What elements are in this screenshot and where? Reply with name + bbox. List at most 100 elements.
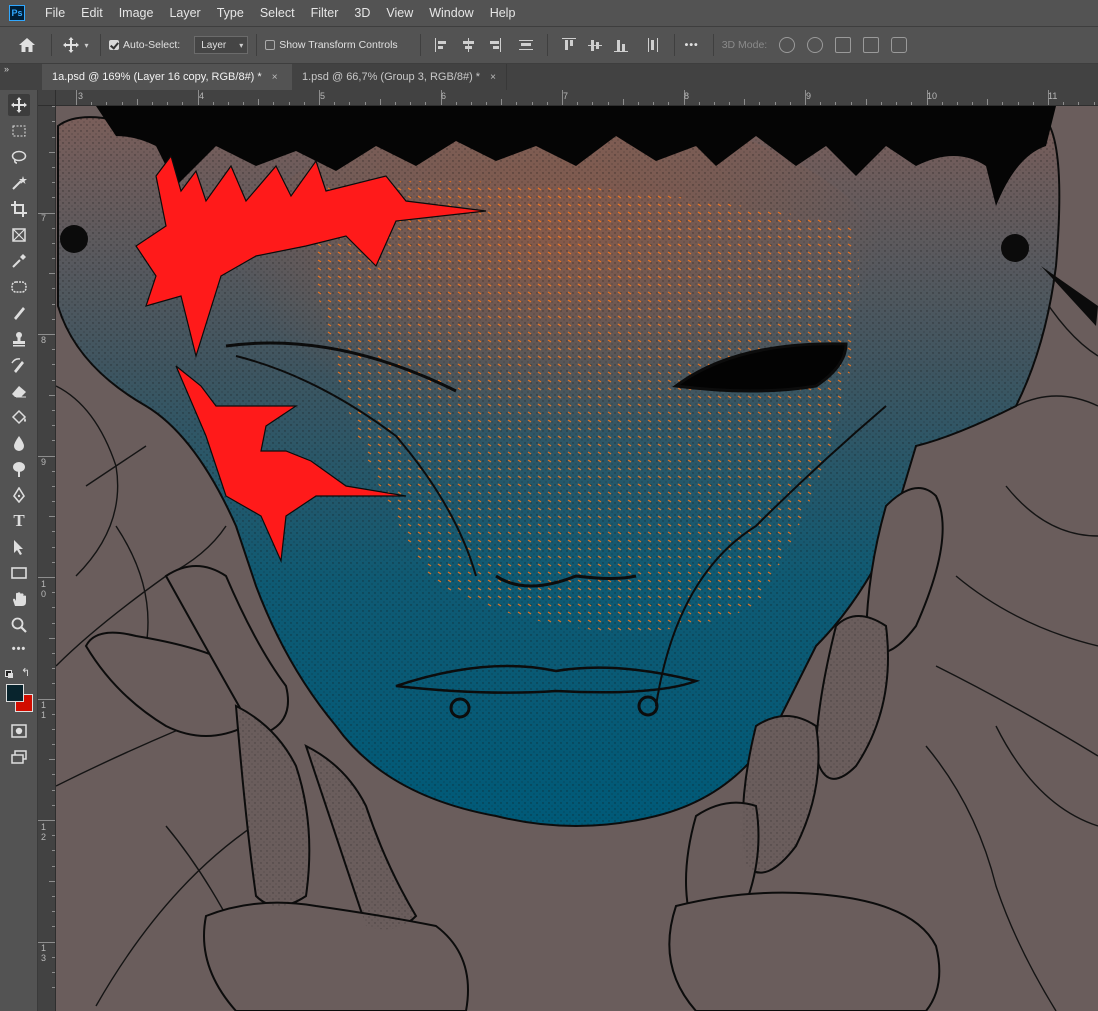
align-vertical-centers-icon[interactable] (587, 38, 602, 52)
type-tool-icon[interactable]: T (8, 510, 30, 532)
clone-stamp-tool-icon[interactable] (8, 328, 30, 350)
lasso-tool-icon[interactable] (8, 146, 30, 168)
spot-healing-tool-icon[interactable] (8, 276, 30, 298)
menu-help[interactable]: Help (490, 6, 516, 20)
menu-edit[interactable]: Edit (81, 6, 103, 20)
ruler-label: 3 (78, 91, 84, 101)
swap-colors-icon[interactable]: ↰ (21, 666, 30, 679)
align-top-edges-icon[interactable] (561, 38, 576, 52)
ruler-label: 5 (320, 91, 326, 101)
ruler-label: 1 3 (41, 943, 47, 963)
rectangle-tool-icon[interactable] (8, 562, 30, 584)
align-bottom-edges-icon[interactable] (613, 38, 628, 52)
zoom-3d-camera-icon[interactable] (891, 37, 908, 53)
ruler-label: 8 (41, 335, 47, 345)
pen-tool-icon[interactable] (8, 484, 30, 506)
magic-wand-tool-icon[interactable] (8, 172, 30, 194)
path-selection-tool-icon[interactable] (8, 536, 30, 558)
tab-title: 1.psd @ 66,7% (Group 3, RGB/8#) * (302, 71, 481, 83)
show-transform-controls-checkbox[interactable] (265, 40, 276, 50)
auto-select-checkbox[interactable] (109, 40, 119, 50)
separator (51, 34, 52, 56)
distribute-vertical-icon[interactable] (518, 38, 533, 52)
hand-tool-icon[interactable] (8, 588, 30, 610)
align-right-edges-icon[interactable] (487, 38, 501, 52)
align-left-edges-icon[interactable] (434, 38, 449, 52)
menu-file[interactable]: File (45, 6, 65, 20)
close-icon[interactable]: × (490, 72, 496, 83)
ruler-label: 1 0 (41, 579, 47, 599)
roll-3d-camera-icon[interactable] (807, 37, 824, 53)
frame-tool-icon[interactable] (8, 224, 30, 246)
menu-type[interactable]: Type (217, 6, 244, 20)
move-tool-preset-icon[interactable]: ▾ (60, 37, 92, 53)
foreground-color-swatch[interactable] (6, 684, 24, 702)
edit-toolbar-icon[interactable]: ••• (8, 638, 30, 660)
close-icon[interactable]: × (272, 72, 278, 83)
auto-select-target-value: Layer (201, 39, 227, 51)
move-tool-icon[interactable] (8, 94, 30, 116)
slide-3d-camera-icon[interactable] (863, 37, 880, 53)
artwork-illustration (56, 106, 1098, 1011)
ruler-origin[interactable] (38, 90, 56, 106)
menu-layer[interactable]: Layer (169, 6, 200, 20)
separator (100, 34, 101, 56)
paint-bucket-tool-icon[interactable] (8, 406, 30, 428)
separator (673, 34, 675, 56)
document-canvas[interactable] (56, 106, 1098, 1011)
right-earring (1001, 234, 1029, 262)
ruler-label: 9 (806, 91, 812, 101)
history-brush-tool-icon[interactable] (8, 354, 30, 376)
separator (546, 34, 548, 56)
ruler-label: 4 (199, 91, 205, 101)
horizontal-ruler[interactable]: 3 4 5 6 7 8 9 10 11 (38, 90, 1098, 106)
crop-tool-icon[interactable] (8, 198, 30, 220)
document-tab-bar: » 1a.psd @ 169% (Layer 16 copy, RGB/8#) … (0, 64, 1098, 90)
dodge-tool-icon[interactable] (8, 458, 30, 480)
collapse-panels-icon[interactable]: » (4, 64, 9, 74)
distribute-horizontal-icon[interactable] (646, 38, 660, 52)
tab-title: 1a.psd @ 169% (Layer 16 copy, RGB/8#) * (52, 71, 262, 83)
align-horizontal-centers-icon[interactable] (461, 38, 475, 52)
auto-select-target-dropdown[interactable]: Layer ▾ (194, 36, 249, 54)
more-options-icon[interactable]: ••• (685, 39, 699, 51)
brush-tool-icon[interactable] (8, 302, 30, 324)
separator (419, 34, 421, 56)
3d-mode-label: 3D Mode: (721, 39, 768, 51)
show-transform-controls-label: Show Transform Controls (279, 39, 398, 51)
separator (712, 34, 714, 56)
menu-window[interactable]: Window (429, 6, 473, 20)
options-bar: ▾ Auto-Select: Layer ▾ Show Transform Co… (0, 26, 1098, 64)
menu-image[interactable]: Image (119, 6, 154, 20)
auto-select-label: Auto-Select: (123, 39, 181, 51)
blur-tool-icon[interactable] (8, 432, 30, 454)
photoshop-logo-icon: Ps (9, 5, 25, 21)
ruler-label: 10 (927, 91, 938, 101)
tools-panel: T ••• ↰ (0, 90, 38, 1011)
eyedropper-tool-icon[interactable] (8, 250, 30, 272)
ruler-label: 1 2 (41, 822, 47, 842)
vertical-ruler[interactable]: 7 8 9 1 0 1 1 1 2 1 3 (38, 106, 56, 1011)
left-earring (60, 225, 88, 253)
tab-1-psd[interactable]: 1.psd @ 66,7% (Group 3, RGB/8#) * × (292, 64, 507, 90)
chevron-down-icon: ▾ (239, 40, 244, 50)
ruler-label: 9 (41, 457, 47, 467)
eraser-tool-icon[interactable] (8, 380, 30, 402)
ruler-label: 8 (684, 91, 690, 101)
menu-3d[interactable]: 3D (354, 6, 370, 20)
ruler-label: 1 1 (41, 700, 47, 720)
menu-filter[interactable]: Filter (311, 6, 339, 20)
menu-view[interactable]: View (386, 6, 413, 20)
menu-bar: Ps File Edit Image Layer Type Select Fil… (0, 0, 1098, 26)
screen-mode-icon[interactable] (8, 746, 30, 768)
orbit-3d-camera-icon[interactable] (779, 37, 796, 53)
tab-1a-psd[interactable]: 1a.psd @ 169% (Layer 16 copy, RGB/8#) * … (42, 64, 292, 90)
default-colors-icon[interactable] (5, 670, 13, 678)
zoom-tool-icon[interactable] (8, 614, 30, 636)
marquee-tool-icon[interactable] (8, 120, 30, 142)
pan-3d-camera-icon[interactable] (835, 37, 852, 53)
ruler-label: 7 (563, 91, 569, 101)
menu-select[interactable]: Select (260, 6, 295, 20)
quick-mask-icon[interactable] (8, 720, 30, 742)
home-icon[interactable] (17, 35, 37, 55)
